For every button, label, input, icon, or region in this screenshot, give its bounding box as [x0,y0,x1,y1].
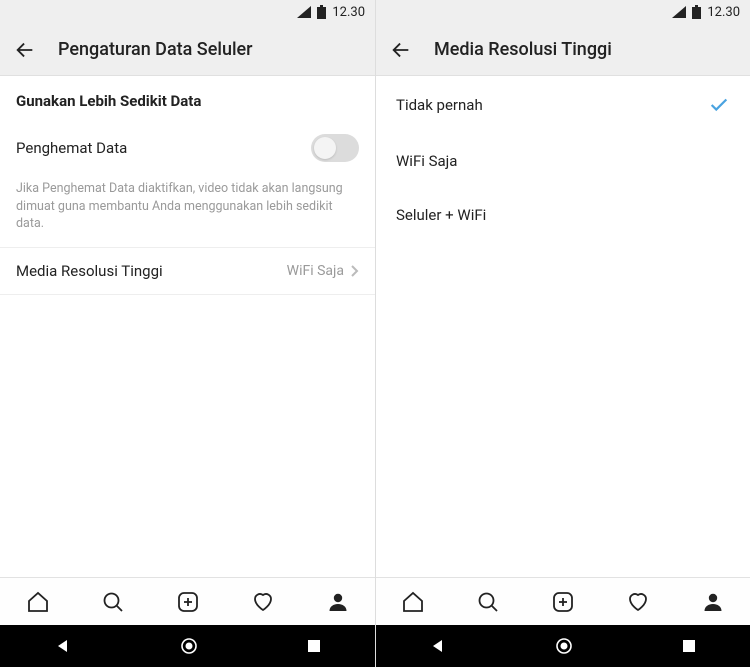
back-icon[interactable] [390,39,412,61]
chevron-right-icon [350,264,359,278]
battery-icon [692,5,701,19]
profile-icon[interactable] [326,590,350,614]
android-nav [376,625,750,667]
add-icon[interactable] [176,590,200,614]
toggle-knob [314,137,336,159]
heart-icon[interactable] [626,590,650,614]
section-title: Gunakan Lebih Sedikit Data [0,76,375,120]
high-res-value: WiFi Saja [287,263,344,279]
high-res-value-wrap: WiFi Saja [287,263,359,279]
app-header: Pengaturan Data Seluler [0,24,375,76]
option-never[interactable]: Tidak pernah [376,76,750,134]
option-label: WiFi Saja [396,152,457,170]
page-title: Pengaturan Data Seluler [58,39,253,60]
app-header: Media Resolusi Tinggi [376,24,750,76]
data-saver-helper: Jika Penghemat Data diaktifkan, video ti… [0,176,375,248]
data-saver-label: Penghemat Data [16,139,127,157]
home-icon[interactable] [401,590,425,614]
option-wifi[interactable]: WiFi Saja [376,134,750,188]
phone-right: 12.30 Media Resolusi Tinggi Tidak pernah… [375,0,750,667]
content-area: Tidak pernah WiFi Saja Seluler + WiFi [376,76,750,577]
battery-icon [317,5,326,19]
option-cellular-wifi[interactable]: Seluler + WiFi [376,188,750,242]
android-nav [0,625,375,667]
search-icon[interactable] [476,590,500,614]
status-bar: 12.30 [0,0,375,24]
nav-home-icon[interactable] [555,637,573,655]
phone-left: 12.30 Pengaturan Data Seluler Gunakan Le… [0,0,375,667]
data-saver-row[interactable]: Penghemat Data [0,120,375,176]
profile-icon[interactable] [701,590,725,614]
content-area: Gunakan Lebih Sedikit Data Penghemat Dat… [0,76,375,577]
nav-back-icon[interactable] [55,638,71,654]
high-res-row[interactable]: Media Resolusi Tinggi WiFi Saja [0,248,375,295]
heart-icon[interactable] [251,590,275,614]
status-time: 12.30 [332,5,365,20]
status-time: 12.30 [707,5,740,20]
option-label: Seluler + WiFi [396,206,486,224]
page-title: Media Resolusi Tinggi [434,39,612,60]
nav-home-icon[interactable] [180,637,198,655]
tab-bar [376,577,750,625]
option-label: Tidak pernah [396,96,483,114]
add-icon[interactable] [551,590,575,614]
signal-icon [297,6,311,18]
signal-icon [672,6,686,18]
search-icon[interactable] [101,590,125,614]
back-icon[interactable] [14,39,36,61]
home-icon[interactable] [26,590,50,614]
nav-back-icon[interactable] [430,638,446,654]
high-res-label: Media Resolusi Tinggi [16,262,163,280]
status-bar: 12.30 [376,0,750,24]
nav-recent-icon[interactable] [682,639,696,653]
nav-recent-icon[interactable] [307,639,321,653]
check-icon [708,94,730,116]
tab-bar [0,577,375,625]
data-saver-toggle[interactable] [311,134,359,162]
